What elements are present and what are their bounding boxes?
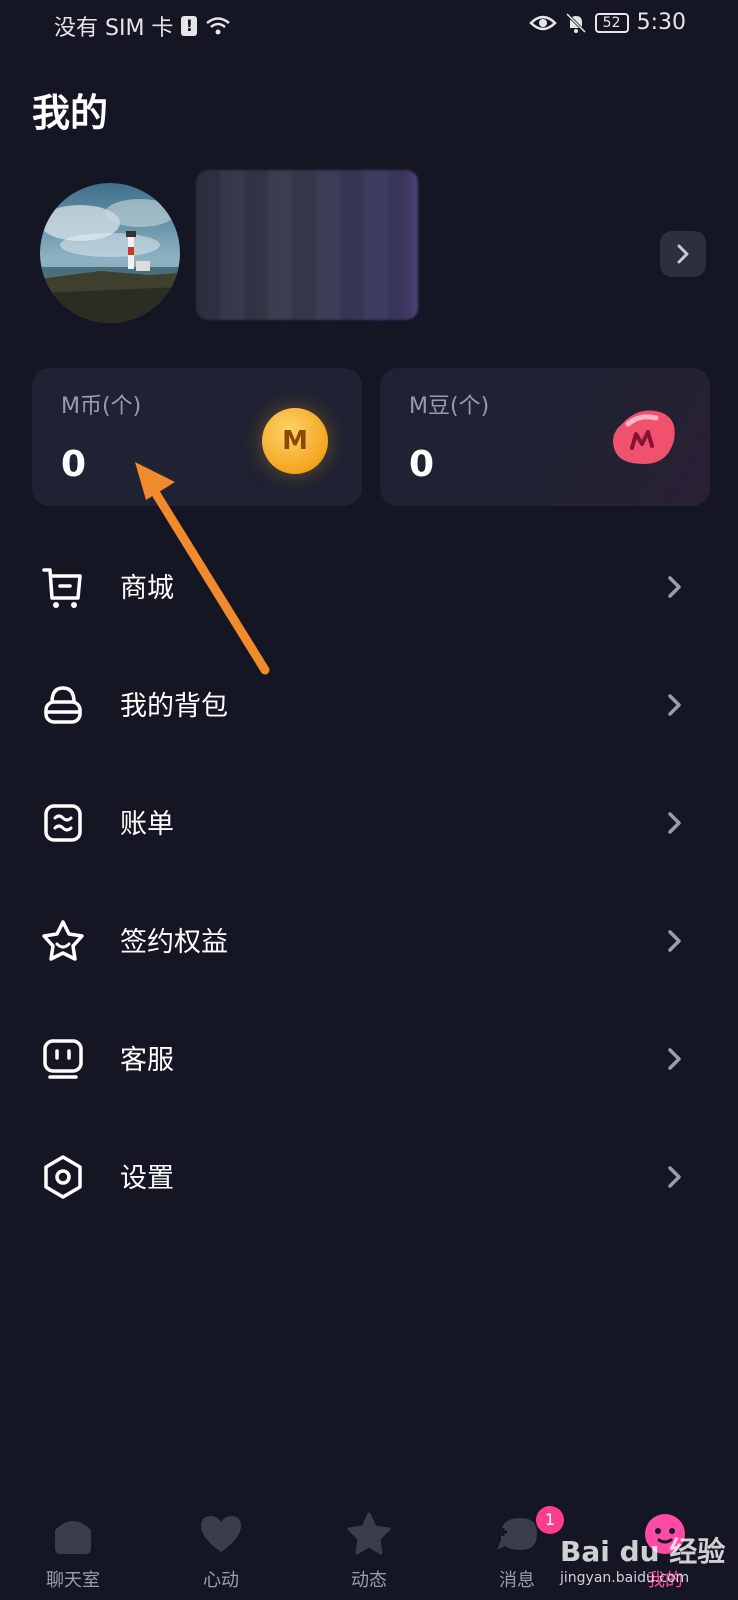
status-bar: 没有 SIM 卡 52 5:30 — [0, 0, 738, 52]
mute-bell-icon — [565, 12, 586, 33]
tab-moments[interactable]: 动态 — [314, 1496, 424, 1600]
battery-indicator: 52 — [594, 12, 629, 33]
tab-label: 心动 — [203, 1570, 239, 1591]
m-bean-label: M豆(个) — [409, 394, 490, 419]
chevron-right-icon — [668, 694, 681, 716]
sim-alert-icon — [181, 16, 198, 36]
cart-icon — [42, 568, 82, 608]
clock: 5:30 — [636, 10, 686, 35]
bean-icon — [613, 410, 675, 464]
status-right: 52 5:30 — [528, 10, 686, 35]
m-bean-value: 0 — [409, 444, 435, 485]
menu-item-contract-benefits[interactable]: 签约权益 — [0, 882, 738, 1000]
chevron-right-icon — [668, 930, 681, 952]
page-title: 我的 — [32, 91, 109, 135]
carrier-text: 没有 SIM 卡 — [54, 16, 174, 41]
menu-label: 客服 — [120, 1045, 174, 1076]
m-coin-value: 0 — [61, 444, 87, 485]
profile-arrow-button[interactable] — [660, 231, 706, 277]
wifi-icon — [206, 17, 231, 35]
home-icon — [55, 1521, 91, 1554]
settings-icon — [44, 1155, 82, 1199]
bill-icon — [44, 804, 82, 842]
chevron-right-icon — [668, 1048, 681, 1070]
menu-label: 设置 — [120, 1163, 174, 1194]
menu-label: 签约权益 — [120, 927, 228, 958]
menu-label: 我的背包 — [120, 691, 228, 722]
heart-icon — [201, 1516, 241, 1552]
menu-label: 账单 — [120, 809, 174, 840]
status-left: 没有 SIM 卡 — [54, 10, 231, 42]
avatar[interactable] — [40, 183, 180, 323]
tab-messages[interactable]: 1 消息 — [462, 1496, 572, 1600]
chevron-right-icon — [668, 576, 681, 598]
tab-heartbeat[interactable]: 心动 — [166, 1496, 276, 1600]
tab-chatroom[interactable]: 聊天室 — [18, 1496, 128, 1600]
menu-item-customer-service[interactable]: 客服 — [0, 1000, 738, 1118]
watermark-url: jingyan.baidu.com — [560, 1570, 690, 1586]
service-icon — [43, 1039, 83, 1079]
tab-label: 消息 — [499, 1570, 535, 1591]
menu-label: 商城 — [120, 573, 174, 604]
m-bean-card[interactable]: M豆(个) 0 — [380, 368, 710, 506]
coin-icon: M — [262, 408, 328, 474]
tab-label: 聊天室 — [46, 1570, 100, 1591]
menu-item-bill[interactable]: 账单 — [0, 764, 738, 882]
menu-item-backpack[interactable]: 我的背包 — [0, 646, 738, 764]
menu-item-mall[interactable]: 商城 — [0, 528, 738, 646]
chevron-right-icon — [677, 244, 689, 264]
star-icon — [347, 1512, 391, 1555]
chevron-right-icon — [668, 1166, 681, 1188]
backpack-icon — [44, 686, 82, 724]
m-coin-card[interactable]: M币(个) 0 M — [32, 368, 362, 506]
m-coin-label: M币(个) — [61, 394, 142, 419]
avatar-lighthouse-image — [40, 183, 180, 323]
tab-label: 动态 — [351, 1570, 387, 1591]
chevron-right-icon — [668, 812, 681, 834]
message-icon — [497, 1518, 537, 1550]
star-badge-icon — [42, 920, 84, 961]
profile-info-obscured[interactable] — [196, 170, 418, 320]
watermark-brand: Bai du 经验 — [560, 1535, 726, 1568]
menu-item-settings[interactable]: 设置 — [0, 1118, 738, 1236]
eye-icon — [528, 15, 557, 30]
